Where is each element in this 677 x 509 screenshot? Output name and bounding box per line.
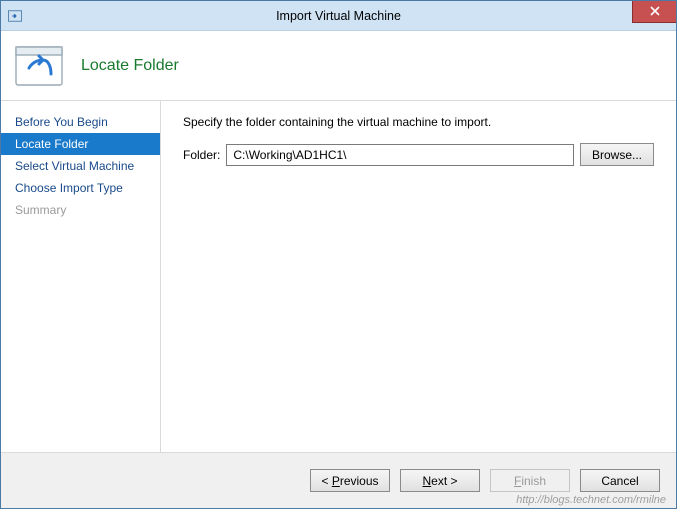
- browse-button-label: Browse...: [592, 148, 642, 162]
- folder-input[interactable]: [226, 144, 574, 166]
- instruction-text: Specify the folder containing the virtua…: [183, 115, 654, 129]
- close-icon: [650, 5, 660, 19]
- previous-button[interactable]: < Previous: [310, 469, 390, 492]
- folder-row: Folder: Browse...: [183, 143, 654, 166]
- import-icon: [7, 8, 23, 24]
- wizard-footer: < Previous Next > Finish Cancel: [1, 452, 676, 508]
- window-title: Import Virtual Machine: [1, 9, 676, 23]
- step-choose-import-type[interactable]: Choose Import Type: [1, 177, 160, 199]
- wizard-content: Specify the folder containing the virtua…: [161, 101, 676, 452]
- page-title: Locate Folder: [81, 57, 179, 75]
- browse-button[interactable]: Browse...: [580, 143, 654, 166]
- step-select-virtual-machine[interactable]: Select Virtual Machine: [1, 155, 160, 177]
- wizard-header: Locate Folder: [1, 31, 676, 101]
- wizard-body: Before You Begin Locate Folder Select Vi…: [1, 101, 676, 452]
- cancel-button[interactable]: Cancel: [580, 469, 660, 492]
- folder-label: Folder:: [183, 148, 220, 162]
- step-locate-folder[interactable]: Locate Folder: [1, 133, 160, 155]
- step-before-you-begin[interactable]: Before You Begin: [1, 111, 160, 133]
- titlebar: Import Virtual Machine: [1, 1, 676, 31]
- wizard-window: Import Virtual Machine Locate Folder Bef…: [0, 0, 677, 509]
- next-button[interactable]: Next >: [400, 469, 480, 492]
- close-button[interactable]: [632, 1, 676, 23]
- wizard-steps: Before You Begin Locate Folder Select Vi…: [1, 101, 161, 452]
- finish-button: Finish: [490, 469, 570, 492]
- step-summary: Summary: [1, 199, 160, 221]
- import-large-icon: [15, 46, 63, 86]
- cancel-button-label: Cancel: [601, 474, 638, 488]
